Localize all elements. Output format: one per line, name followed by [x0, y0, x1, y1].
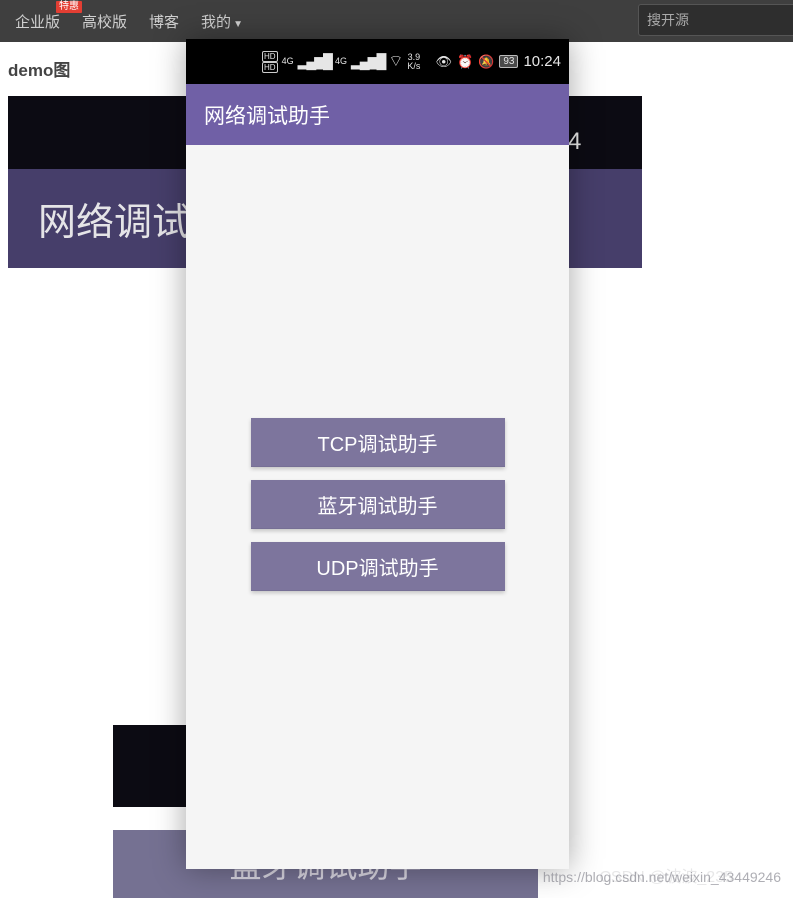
network-gen-icon: 4G — [282, 57, 294, 66]
search-input[interactable]: 搜开源 — [638, 4, 793, 36]
nav-item-label: 我的 — [201, 14, 231, 31]
android-statusbar: HD HD 4G ▂▄▆█ 4G ▂▄▆█ ⌔ 3.9 K/s 👁 ⏰ 🔕 93… — [186, 39, 569, 84]
nav-item-enterprise[interactable]: 企业版 特惠 — [15, 11, 60, 32]
mute-icon: 🔕 — [478, 54, 494, 70]
alarm-icon: ⏰ — [457, 54, 473, 70]
chevron-down-icon: ▼ — [233, 19, 243, 30]
eye-icon: 👁 — [435, 54, 452, 70]
app-title: 网络调试助手 — [204, 100, 330, 130]
hd-icon: HD — [262, 62, 278, 73]
search-placeholder: 搜开源 — [647, 10, 689, 30]
phone-frame: HD HD 4G ▂▄▆█ 4G ▂▄▆█ ⌔ 3.9 K/s 👁 ⏰ 🔕 93… — [186, 39, 569, 869]
nav-item-campus[interactable]: 高校版 — [82, 11, 127, 32]
statusbar-time: 10:24 — [523, 53, 561, 70]
battery-icon: 93 — [499, 55, 518, 68]
signal-icon: ▂▄▆█ — [351, 57, 384, 66]
background-title-fragment: 网络调试 — [38, 191, 190, 246]
nav-item-blog[interactable]: 博客 — [149, 11, 179, 32]
app-bar: 网络调试助手 — [186, 84, 569, 145]
watermark-url: https://blog.csdn.net/weixin_43449246 — [543, 869, 781, 885]
udp-debug-button[interactable]: UDP调试助手 — [251, 542, 505, 591]
nav-item-mine[interactable]: 我的▼ — [201, 11, 243, 32]
app-body: TCP调试助手 蓝牙调试助手 UDP调试助手 — [186, 145, 569, 591]
wifi-icon: ⌔ — [388, 57, 403, 66]
nav-item-label: 企业版 — [15, 14, 60, 31]
signal-icon: ▂▄▆█ — [298, 57, 331, 66]
hd-icon: HD — [262, 51, 278, 62]
top-navbar: 企业版 特惠 高校版 博客 我的▼ 搜开源 — [0, 0, 793, 42]
net-speed-unit: K/s — [407, 62, 420, 71]
promo-badge: 特惠 — [56, 1, 82, 13]
tcp-debug-button[interactable]: TCP调试助手 — [251, 418, 505, 467]
network-gen-icon: 4G — [335, 57, 347, 66]
bluetooth-debug-button[interactable]: 蓝牙调试助手 — [251, 480, 505, 529]
